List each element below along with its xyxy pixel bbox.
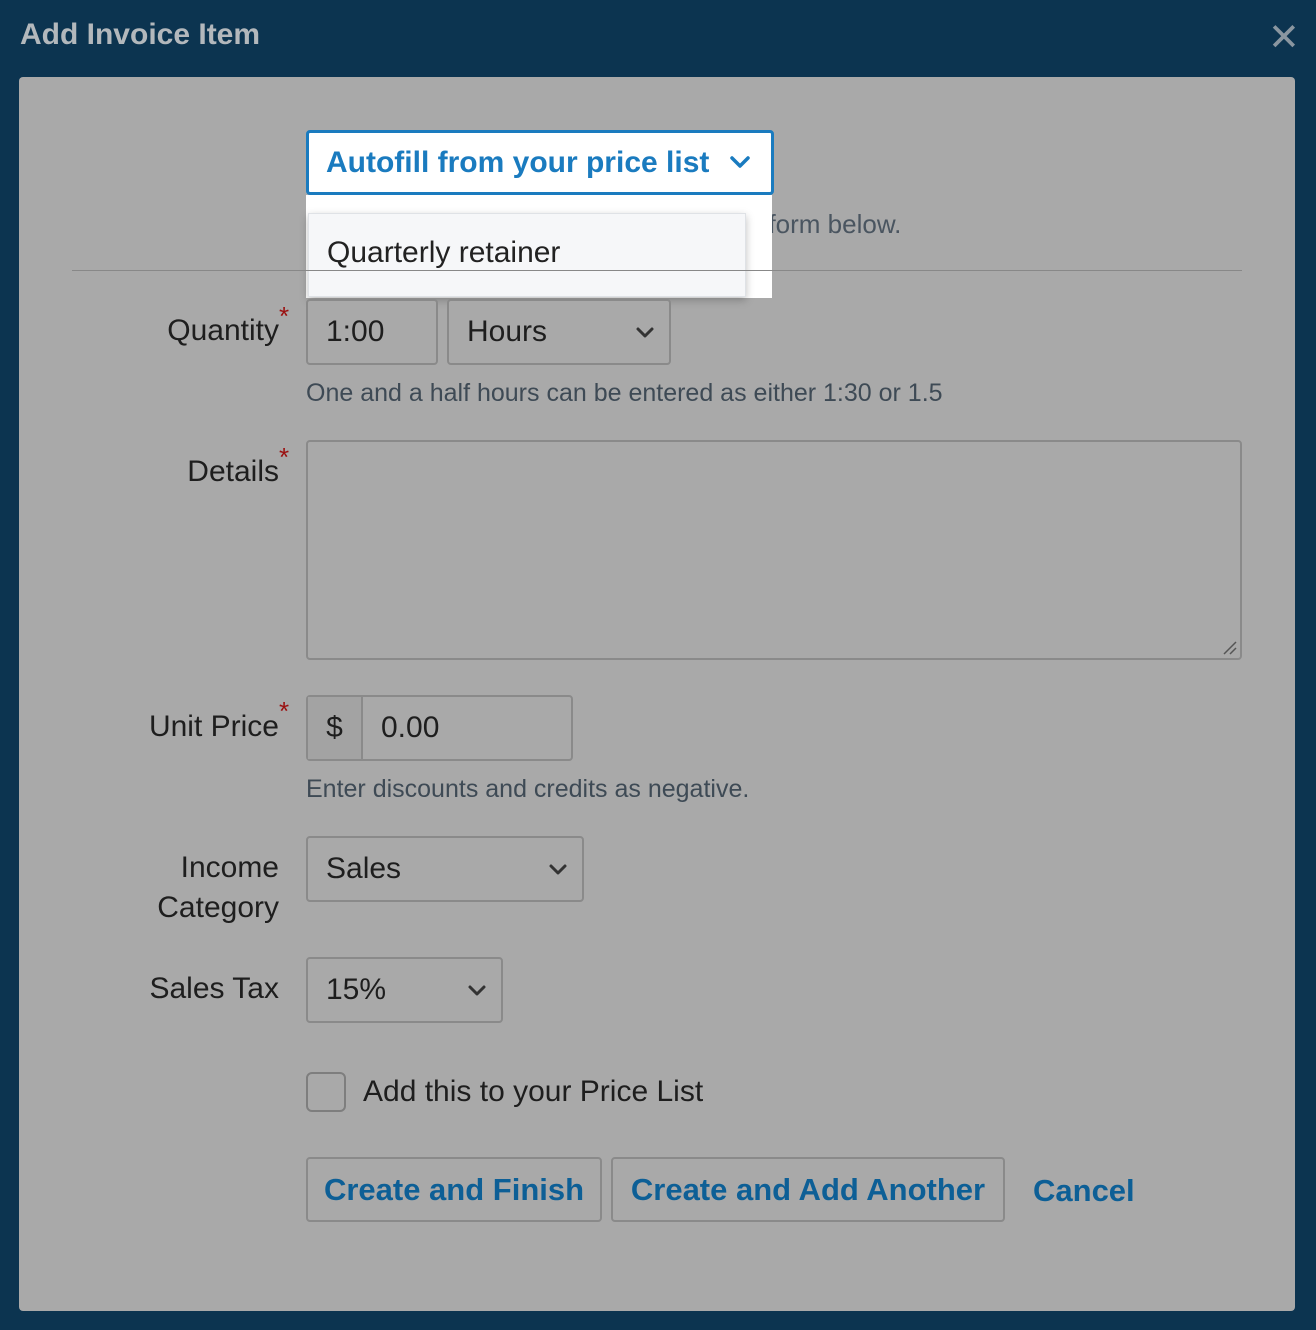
chevron-down-icon [468,985,486,996]
unit-price-label: Unit Price [148,710,279,743]
unit-price-help: Enter discounts and credits as negative. [306,775,750,803]
income-category-value: Sales [326,852,402,885]
autofill-menu: Quarterly retainer [308,213,746,297]
details-textarea[interactable] [306,440,1242,660]
income-category-select[interactable]: Sales [306,836,584,902]
autofill-button-label: Autofill from your price list [326,145,710,179]
chevron-down-icon [636,327,654,338]
close-icon[interactable]: ✕ [1268,19,1300,57]
sales-tax-select[interactable]: 15% [306,957,503,1023]
autofill-menu-item[interactable]: Quarterly retainer [327,236,560,270]
quantity-label: Quantity [167,314,279,347]
add-to-price-list-label[interactable]: Add this to your Price List [363,1072,703,1112]
income-category-label-line1: Income [180,851,279,884]
required-mark: * [279,696,290,726]
dialog-title: Add Invoice Item [20,18,261,51]
required-mark: * [279,301,290,331]
autofill-price-list-button[interactable]: Autofill from your price list [306,130,774,195]
details-label: Details [187,455,279,488]
income-category-label-line2: Category [157,891,279,924]
chevron-down-icon [730,156,750,168]
divider [72,270,1242,271]
required-mark: * [279,442,290,472]
chevron-down-icon [549,864,567,875]
cancel-link[interactable]: Cancel [1033,1173,1135,1209]
quantity-unit-value: Hours [467,315,548,348]
sales-tax-value: 15% [326,973,387,1006]
add-to-price-list-checkbox[interactable] [306,1072,346,1112]
quantity-unit-select[interactable]: Hours [447,299,671,365]
unit-price-field[interactable]: $ 0.00 [306,695,573,761]
unit-price-value: 0.00 [381,711,440,744]
currency-symbol: $ [308,697,363,759]
dialog-body: Select an item to automatically fill in … [19,77,1295,1311]
create-and-add-another-button[interactable]: Create and Add Another [611,1157,1005,1222]
resize-handle-icon[interactable] [1221,639,1237,655]
sales-tax-label: Sales Tax [149,972,279,1005]
quantity-input[interactable]: 1:00 [306,299,438,365]
quantity-value: 1:00 [326,315,385,348]
quantity-help: One and a half hours can be entered as e… [306,379,943,407]
create-and-finish-button[interactable]: Create and Finish [306,1157,602,1222]
dialog-titlebar: Add Invoice Item ✕ [0,0,1316,77]
